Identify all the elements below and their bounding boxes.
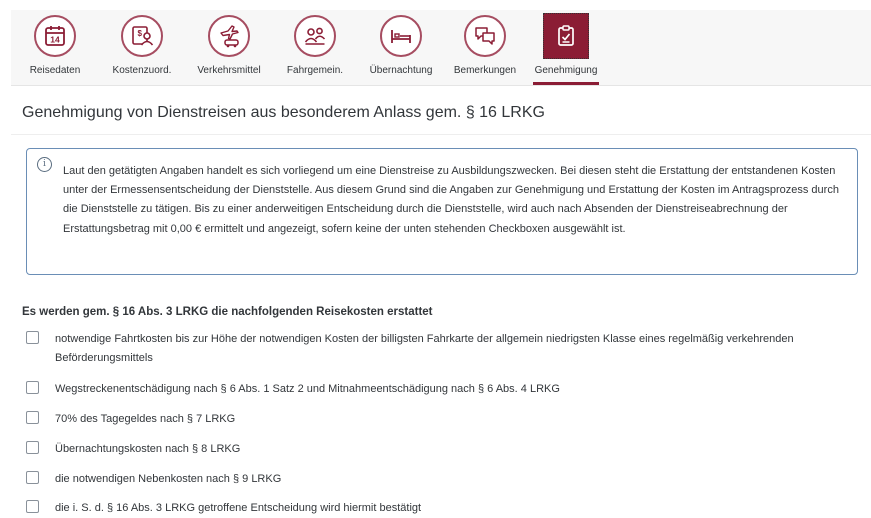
- checkbox-label[interactable]: Übernachtungskosten nach § 8 LRKG: [55, 440, 855, 459]
- transport-icon: [208, 15, 250, 57]
- step-label: Fahrgemein.: [286, 65, 344, 76]
- carpool-icon: [294, 15, 336, 57]
- step-reisedaten[interactable]: 14 Reisedaten: [30, 10, 80, 85]
- approval-clipboard-icon: [543, 13, 589, 59]
- checkbox[interactable]: [26, 441, 39, 454]
- step-bemerkungen[interactable]: Bemerkungen: [454, 10, 516, 85]
- checkbox-label[interactable]: die notwendigen Nebenkosten nach § 9 LRK…: [55, 470, 855, 489]
- checkbox[interactable]: [26, 411, 39, 424]
- cost-assignment-icon: $: [121, 15, 163, 57]
- active-step-indicator: [533, 82, 599, 85]
- info-icon: i: [37, 157, 52, 172]
- checkbox[interactable]: [26, 471, 39, 484]
- info-message-strip: i Laut den getätigten Angaben handelt es…: [26, 148, 858, 275]
- step-fahrgemein[interactable]: Fahrgemein.: [287, 10, 343, 85]
- step-uebernachtung[interactable]: Übernachtung: [370, 10, 432, 85]
- checkbox-label[interactable]: die i. S. d. § 16 Abs. 3 LRKG getroffene…: [55, 499, 855, 518]
- bed-icon: [380, 15, 422, 57]
- checkbox-label[interactable]: Wegstreckenentschädigung nach § 6 Abs. 1…: [55, 380, 855, 399]
- checkbox[interactable]: [26, 500, 39, 513]
- step-genehmigung[interactable]: Genehmigung: [533, 10, 599, 85]
- step-label: Übernachtung: [369, 65, 433, 76]
- svg-text:14: 14: [50, 35, 60, 45]
- checkbox[interactable]: [26, 331, 39, 344]
- comments-icon: [464, 15, 506, 57]
- step-kostenzuord[interactable]: $ Kostenzuord.: [113, 10, 171, 85]
- step-label: Reisedaten: [29, 65, 81, 76]
- step-label: Bemerkungen: [453, 65, 517, 76]
- checkbox[interactable]: [26, 381, 39, 394]
- step-label: Genehmigung: [534, 65, 598, 76]
- divider: [11, 134, 871, 135]
- page-title: Genehmigung von Dienstreisen aus besonde…: [22, 104, 545, 121]
- calendar-icon: 14: [34, 15, 76, 57]
- step-label: Kostenzuord.: [112, 65, 172, 76]
- section-heading: Es werden gem. § 16 Abs. 3 LRKG die nach…: [22, 306, 433, 318]
- checkbox-label[interactable]: 70% des Tagegeldes nach § 7 LRKG: [55, 410, 855, 429]
- step-label: Verkehrsmittel: [197, 65, 261, 76]
- info-text: Laut den getätigten Angaben handelt es s…: [63, 165, 839, 235]
- svg-text:$: $: [138, 29, 143, 38]
- wizard-steps: 14 Reisedaten $ Kostenzuord. Verkehrsmit…: [11, 10, 871, 86]
- checkbox-label[interactable]: notwendige Fahrtkosten bis zur Höhe der …: [55, 330, 855, 368]
- step-verkehrsmittel[interactable]: Verkehrsmittel: [197, 10, 261, 85]
